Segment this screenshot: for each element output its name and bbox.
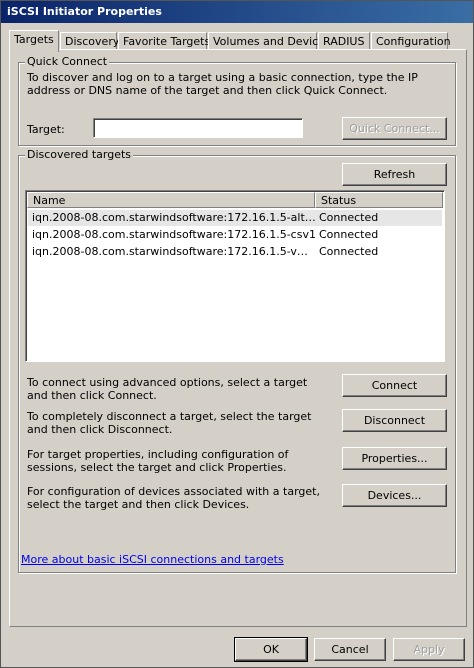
tab-discovery[interactable]: Discovery xyxy=(60,32,119,50)
target-name: iqn.2008-08.com.starwindsoftware:172.16.… xyxy=(32,245,316,258)
apply-button[interactable]: Apply xyxy=(393,638,465,661)
column-header-status[interactable]: Status xyxy=(315,192,443,208)
tab-targets[interactable]: Targets xyxy=(9,30,59,52)
target-status: Connected xyxy=(319,228,379,241)
window-title: iSCSI Initiator Properties xyxy=(7,5,162,18)
target-row[interactable]: iqn.2008-08.com.starwindsoftware:172.16.… xyxy=(28,244,442,260)
tab-configuration[interactable]: Configuration xyxy=(371,32,451,50)
discovered-targets-list[interactable]: Name Status iqn.2008-08.com.starwindsoft… xyxy=(25,190,445,362)
quick-connect-description: To discover and log on to a target using… xyxy=(27,71,418,97)
target-name: iqn.2008-08.com.starwindsoftware:172.16.… xyxy=(32,211,316,224)
tab-volumes-and-devices[interactable]: Volumes and Devices xyxy=(208,32,331,50)
target-input[interactable] xyxy=(93,118,303,138)
targets-tab-panel: Quick Connect To discover and log on to … xyxy=(9,49,467,627)
connect-button[interactable]: Connect xyxy=(342,374,447,397)
target-row[interactable]: iqn.2008-08.com.starwindsoftware:172.16.… xyxy=(28,210,442,226)
connect-instructions: To connect using advanced options, selec… xyxy=(27,376,308,402)
title-bar[interactable]: iSCSI Initiator Properties xyxy=(1,1,473,23)
target-status: Connected xyxy=(319,245,379,258)
devices-instructions: For configuration of devices associated … xyxy=(27,485,320,511)
quick-connect-group: Quick Connect To discover and log on to … xyxy=(18,55,456,146)
ok-button[interactable]: OK xyxy=(234,637,308,662)
quick-connect-button[interactable]: Quick Connect... xyxy=(342,117,447,140)
target-label: Target: xyxy=(27,123,65,136)
target-name: iqn.2008-08.com.starwindsoftware:172.16.… xyxy=(32,228,316,241)
tab-radius[interactable]: RADIUS xyxy=(318,32,370,50)
column-header-name[interactable]: Name xyxy=(27,192,315,208)
tab-favorite-targets[interactable]: Favorite Targets xyxy=(118,32,210,50)
properties-button[interactable]: Properties... xyxy=(342,447,447,470)
help-link[interactable]: More about basic iSCSI connections and t… xyxy=(21,553,284,566)
refresh-button[interactable]: Refresh xyxy=(342,163,447,186)
target-status: Connected xyxy=(319,211,379,224)
cancel-button[interactable]: Cancel xyxy=(314,638,386,661)
target-row[interactable]: iqn.2008-08.com.starwindsoftware:172.16.… xyxy=(28,227,442,243)
properties-instructions: For target properties, including configu… xyxy=(27,448,289,474)
disconnect-button[interactable]: Disconnect xyxy=(342,409,447,432)
discovered-targets-group: Discovered targets Refresh Name Status i… xyxy=(18,148,456,573)
disconnect-instructions: To completely disconnect a target, selec… xyxy=(27,410,312,436)
iscsi-initiator-properties-window: iSCSI Initiator Properties Targets Disco… xyxy=(0,0,474,668)
devices-button[interactable]: Devices... xyxy=(342,484,447,507)
discovered-targets-group-title: Discovered targets xyxy=(25,148,134,162)
quick-connect-group-title: Quick Connect xyxy=(25,55,110,69)
